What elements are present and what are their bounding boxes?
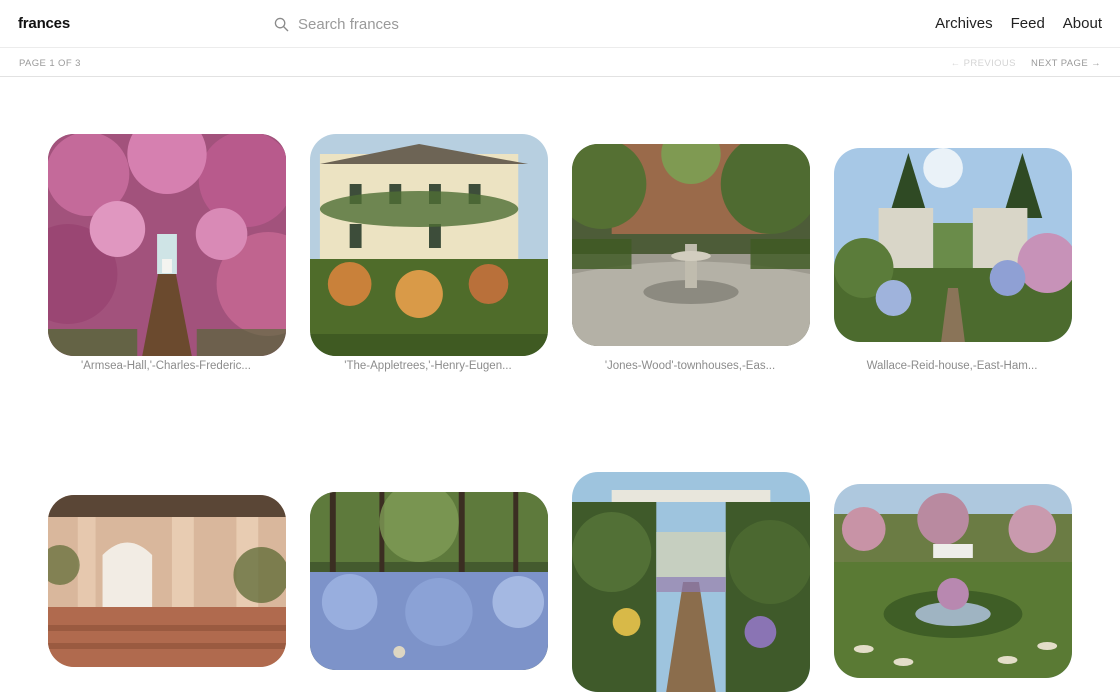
photo-thumbnail-jones-wood-fountain[interactable]	[572, 144, 810, 346]
next-page-link[interactable]: NEXT PAGE →	[1031, 58, 1101, 69]
previous-page-link: ← PREVIOUS	[950, 58, 1016, 69]
top-bar: frances Archives Feed About	[0, 0, 1120, 48]
main-nav: Archives Feed About	[917, 15, 1102, 32]
photo-grid: 'Armsea-Hall,'-Charles-Frederic... 'The-…	[0, 78, 1120, 692]
photo-card	[832, 470, 1072, 692]
photo-card: 'Armsea-Hall,'-Charles-Frederic...	[46, 132, 286, 402]
nav-about-link[interactable]: About	[1063, 15, 1102, 32]
nav-archives-link[interactable]: Archives	[935, 15, 993, 32]
pagination-bar: PAGE 1 OF 3 ← PREVIOUS NEXT PAGE →	[0, 49, 1120, 77]
search-icon	[274, 17, 289, 31]
photo-thumbnail-appletrees-house[interactable]	[310, 134, 548, 356]
photo-card: 'Jones-Wood'-townhouses,-Eas...	[570, 132, 810, 402]
nav-feed-link[interactable]: Feed	[1011, 15, 1045, 32]
photo-card: Wallace-Reid-house,-East-Ham...	[832, 132, 1072, 402]
photo-caption: 'Armsea-Hall,'-Charles-Frederic...	[81, 360, 251, 372]
pager: ← PREVIOUS NEXT PAGE →	[951, 58, 1101, 69]
search-box[interactable]	[274, 13, 574, 35]
photo-card	[46, 470, 286, 692]
photo-thumbnail-pergola-path[interactable]	[572, 472, 810, 692]
page-indicator: PAGE 1 OF 3	[19, 58, 81, 69]
search-input[interactable]	[298, 15, 558, 33]
photo-card	[308, 470, 548, 692]
photo-thumbnail-forget-me-not-woods[interactable]	[310, 492, 548, 670]
photo-thumbnail-wallace-reid-garden[interactable]	[834, 148, 1072, 342]
photo-thumbnail-garden-pool[interactable]	[834, 484, 1072, 678]
photo-card	[570, 470, 810, 692]
site-brand[interactable]: frances	[18, 15, 70, 32]
photo-card: 'The-Appletrees,'-Henry-Eugen...	[308, 132, 548, 402]
photo-thumbnail-arched-loggia[interactable]	[48, 495, 286, 667]
photo-thumbnail-rose-arbor[interactable]	[48, 134, 286, 356]
photo-caption: Wallace-Reid-house,-East-Ham...	[866, 360, 1038, 372]
photo-caption: 'Jones-Wood'-townhouses,-Eas...	[604, 360, 776, 372]
photo-caption: 'The-Appletrees,'-Henry-Eugen...	[344, 360, 512, 372]
